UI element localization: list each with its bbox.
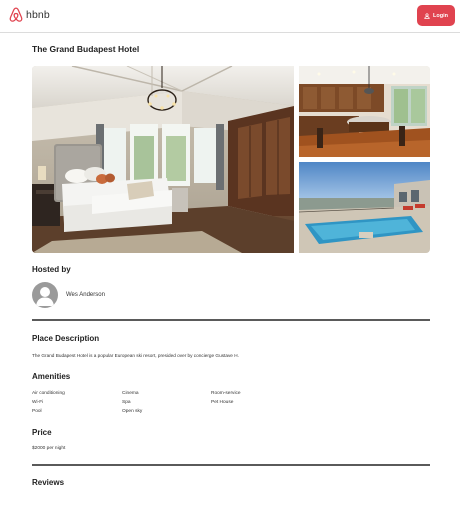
pool-photo[interactable] bbox=[299, 162, 430, 253]
price-text: $2000 per night bbox=[32, 446, 66, 451]
section-divider bbox=[32, 464, 430, 466]
reviews-heading: Reviews bbox=[32, 478, 65, 487]
user-avatar-icon bbox=[36, 287, 54, 306]
amenity-item: Pet House bbox=[211, 400, 234, 405]
host-avatar[interactable] bbox=[32, 282, 58, 308]
amenity-item: Air conditioning bbox=[32, 391, 65, 396]
login-button[interactable]: Login bbox=[417, 5, 455, 26]
bedroom-image bbox=[32, 66, 294, 253]
amenities-heading: Amenities bbox=[32, 372, 71, 381]
amenity-item: Open sky bbox=[122, 409, 143, 414]
amenity-item: Room-service bbox=[211, 391, 241, 396]
host-name: Wes Anderson bbox=[66, 292, 105, 298]
description-heading: Place Description bbox=[32, 334, 100, 343]
brand-name: hbnb bbox=[26, 8, 50, 21]
top-navbar: hbnb Login bbox=[0, 0, 460, 33]
airbnb-logo-icon bbox=[9, 7, 23, 22]
user-icon bbox=[424, 12, 430, 19]
pool-image bbox=[299, 162, 430, 253]
amenity-item: Wi-Fi bbox=[32, 400, 44, 405]
kitchen-image bbox=[299, 66, 430, 157]
amenity-item: Cinema bbox=[122, 391, 139, 396]
kitchen-photo[interactable] bbox=[299, 66, 430, 157]
amenity-item: Pool bbox=[32, 409, 42, 414]
bedroom-photo[interactable] bbox=[32, 66, 294, 253]
section-divider bbox=[32, 319, 430, 321]
brand-logo[interactable]: hbnb bbox=[9, 7, 50, 22]
amenity-item: Spa bbox=[122, 400, 131, 405]
description-text: The Grand Budapest Hotel is a popular Eu… bbox=[32, 353, 239, 358]
place-title: The Grand Budapest Hotel bbox=[32, 44, 140, 54]
hosted-by-heading: Hosted by bbox=[32, 265, 71, 274]
login-label: Login bbox=[433, 12, 448, 19]
price-heading: Price bbox=[32, 428, 52, 437]
